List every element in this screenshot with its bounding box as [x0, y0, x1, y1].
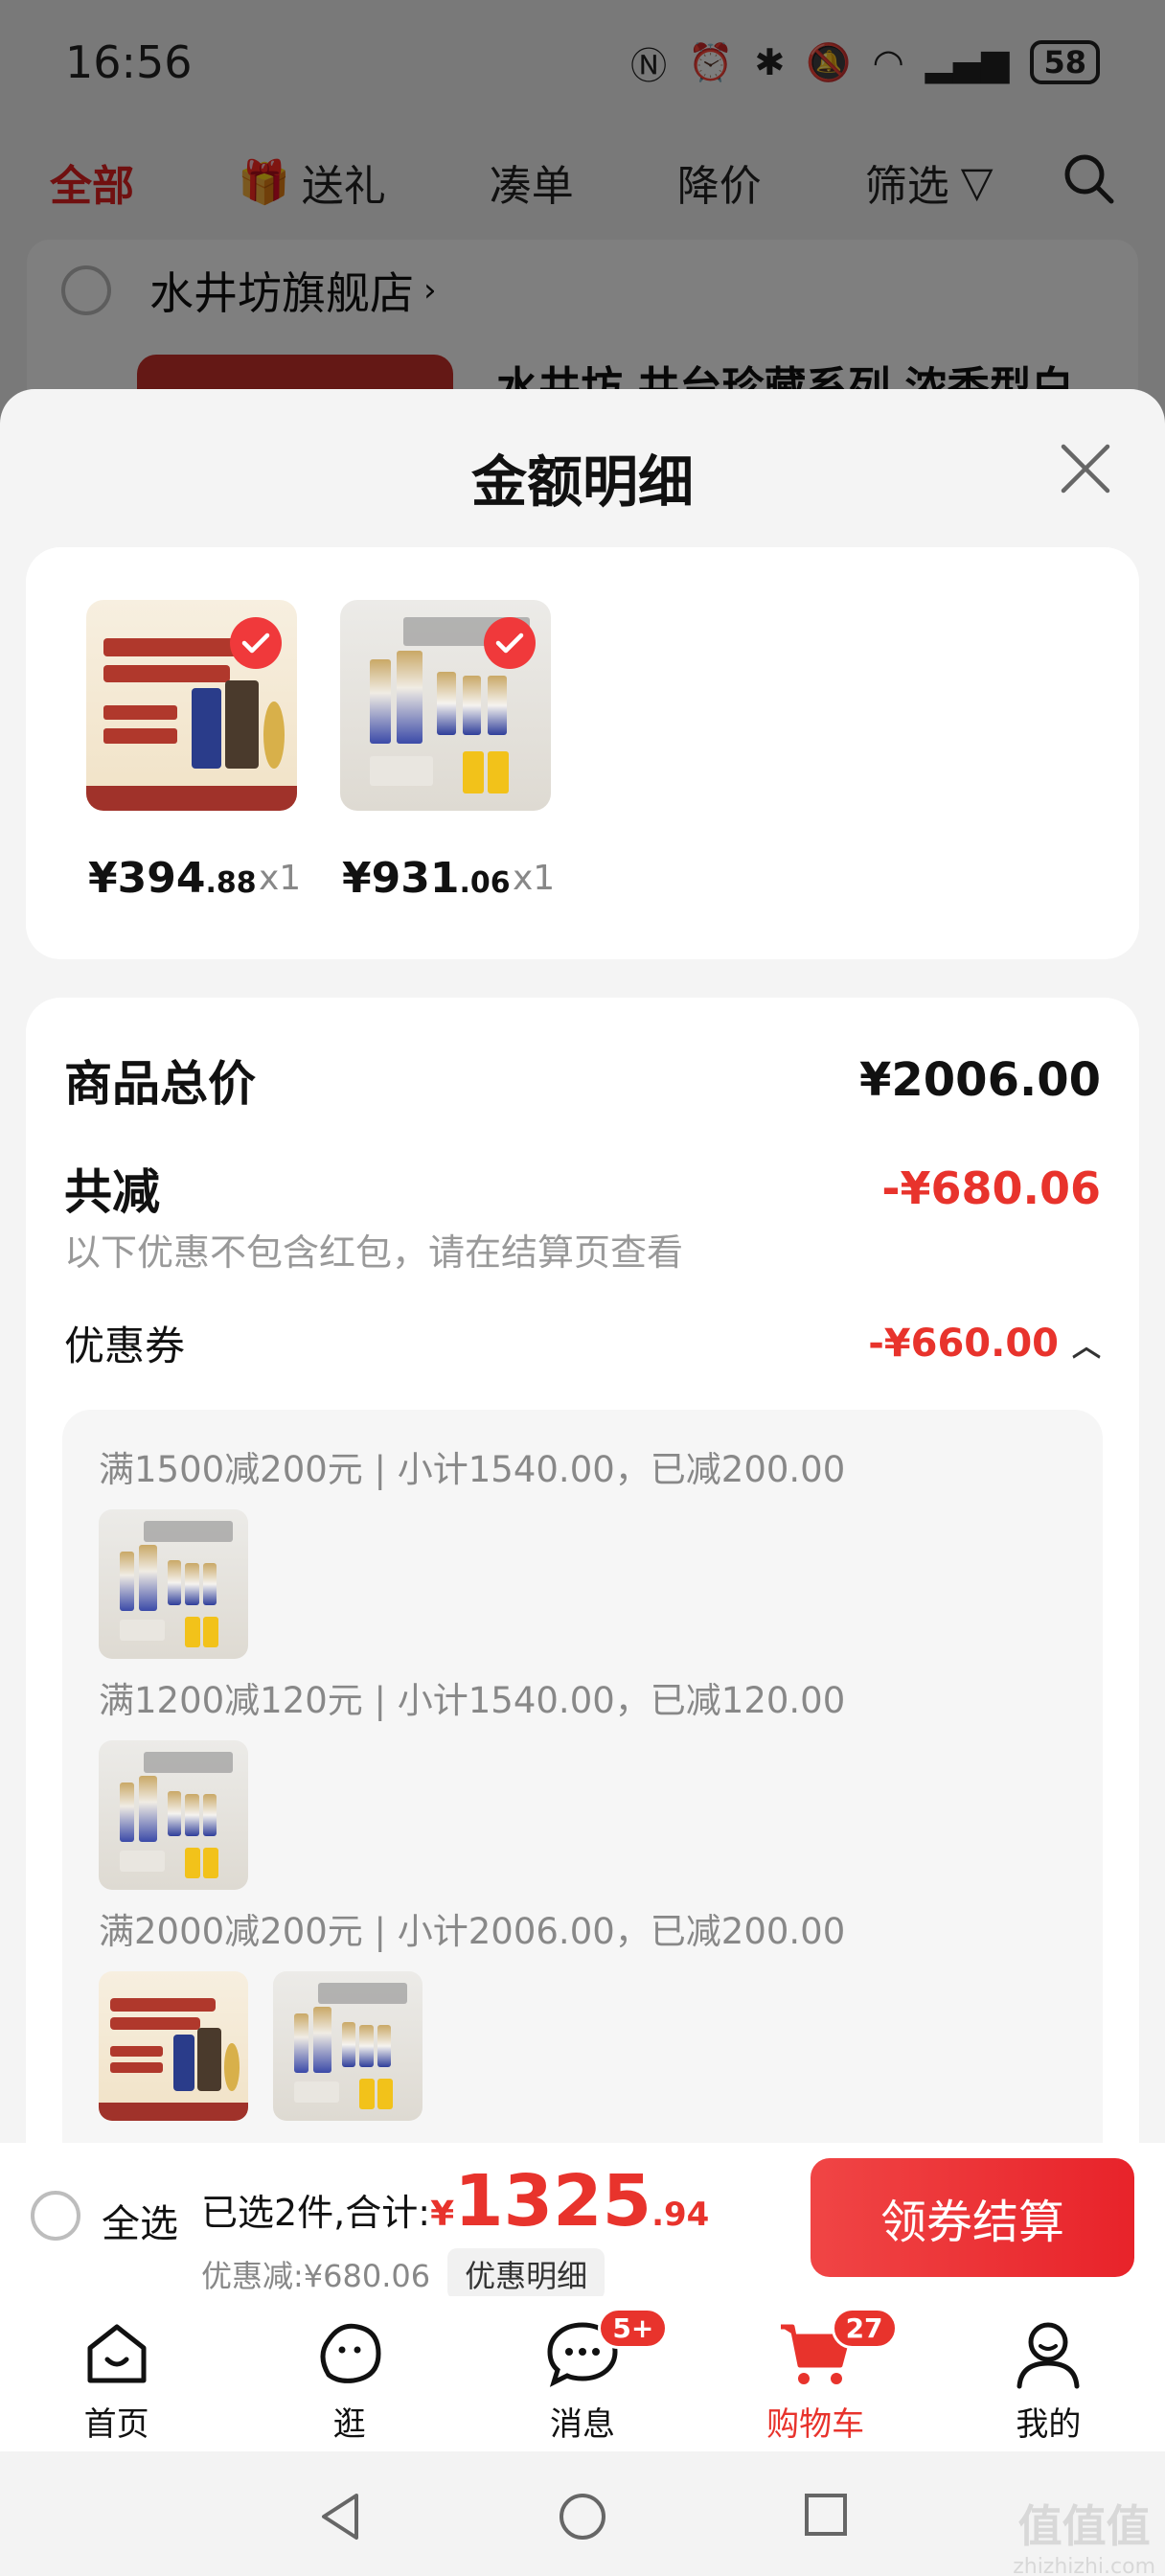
- cosmetics-product-image: [99, 1509, 248, 1659]
- amount-detail-card: 商品总价 ¥2006.00 共减 -¥680.06 以下优惠不包含红包，请在结算…: [26, 998, 1139, 2143]
- recents-icon[interactable]: [801, 2490, 851, 2540]
- total-amount: 1325: [454, 2160, 652, 2242]
- product-image: [86, 600, 297, 811]
- close-icon[interactable]: [1054, 437, 1117, 500]
- tab-browse[interactable]: 逛: [233, 2296, 466, 2451]
- tab-cart[interactable]: 购物车 27: [699, 2296, 932, 2451]
- watermark: 值值值 zhizhizhi.com: [1013, 2500, 1155, 2576]
- cosmetics-product-image: [99, 1740, 248, 1890]
- item-price: ¥931.06: [342, 854, 511, 903]
- check-icon: [484, 617, 536, 669]
- discount-note: 以下优惠不包含红包，请在结算页查看: [64, 1231, 684, 1274]
- selected-item[interactable]: ¥931.06 x1: [340, 600, 555, 903]
- message-badge: 5+: [598, 2308, 669, 2349]
- selected-item[interactable]: ¥394.88 x1: [86, 600, 301, 903]
- check-icon: [230, 617, 282, 669]
- cart-badge: 27: [831, 2308, 898, 2349]
- home-icon: [87, 2324, 147, 2383]
- coupon-group: 满1200减120元 | 小计1540.00，已减120.00: [99, 1671, 845, 1890]
- selected-items-card: ¥394.88 x1 ¥931.06 x1: [26, 547, 1139, 959]
- item-price: ¥394.88: [88, 854, 257, 903]
- tab-messages[interactable]: 消息 5+: [466, 2296, 698, 2451]
- coupon-rule: 满1200减120元 | 小计1540.00，已减120.00: [99, 1680, 846, 1721]
- total-row: 商品总价 ¥2006.00: [64, 1046, 1101, 1115]
- back-icon[interactable]: [316, 2490, 364, 2543]
- bottom-tab-bar: 首页 逛 消息 5+ 购物车 27 我的: [0, 2296, 1165, 2451]
- discount-detail-button[interactable]: 优惠明细: [447, 2248, 605, 2300]
- coupon-group: 满2000减200元 | 小计2006.00，已减200.00: [99, 1902, 845, 2121]
- chevron-up-icon: ︿: [1072, 1329, 1101, 1364]
- home-circle-icon[interactable]: [556, 2490, 609, 2543]
- discount-row: 共减 -¥680.06: [64, 1154, 1101, 1223]
- coupon-group: 满1500减200元 | 小计1540.00，已减200.00: [99, 1440, 845, 1659]
- tab-home[interactable]: 首页: [0, 2296, 233, 2451]
- coupon-value[interactable]: -¥660.00 ︿: [868, 1322, 1101, 1366]
- tab-profile[interactable]: 我的: [932, 2296, 1165, 2451]
- browse-icon: [320, 2323, 381, 2383]
- price-detail-sheet: 金额明细 ¥394.88 x1 ¥931.06 x1 商品总价 ¥2006.00…: [0, 389, 1165, 2143]
- total-label: 商品总价: [64, 1056, 256, 1112]
- cosmetics-product-image: [273, 1971, 423, 2121]
- liquor-product-image: [99, 1971, 248, 2121]
- product-image: [340, 600, 551, 811]
- total-summary: 已选2件,合计:¥1325.94: [201, 2160, 710, 2242]
- coupon-label: 优惠券: [64, 1322, 186, 1369]
- select-all-radio[interactable]: [31, 2191, 80, 2241]
- discount-amount: 优惠减:¥680.06: [201, 2258, 431, 2294]
- total-value: ¥2006.00: [858, 1053, 1101, 1107]
- item-quantity: x1: [513, 859, 556, 898]
- profile-icon: [1017, 2322, 1080, 2389]
- item-quantity: x1: [259, 859, 302, 898]
- selected-count: 已选2件,合计:: [201, 2192, 431, 2234]
- coupon-breakdown: 满1500减200元 | 小计1540.00，已减200.00 满1200减12…: [62, 1410, 1103, 2143]
- coupon-row[interactable]: 优惠券 -¥660.00 ︿: [64, 1314, 1101, 1372]
- discount-label: 共减: [64, 1164, 160, 1220]
- coupon-rule: 满1500减200元 | 小计1540.00，已减200.00: [99, 1449, 846, 1490]
- discount-value: -¥680.06: [881, 1162, 1101, 1214]
- sheet-title: 金额明细: [470, 449, 694, 515]
- system-nav-bar: [0, 2451, 1165, 2576]
- select-all-label[interactable]: 全选: [102, 2193, 178, 2248]
- checkout-bar: 全选 已选2件,合计:¥1325.94 优惠减:¥680.06 优惠明细 领券结…: [0, 2143, 1165, 2300]
- coupon-rule: 满2000减200元 | 小计2006.00，已减200.00: [99, 1911, 846, 1952]
- checkout-button[interactable]: 领券结算: [811, 2158, 1134, 2277]
